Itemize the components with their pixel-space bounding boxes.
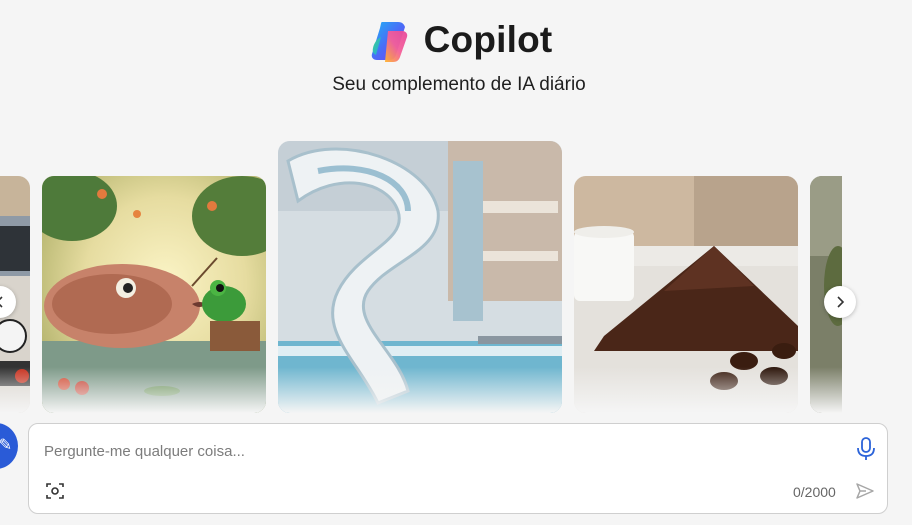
copilot-logo-icon (371, 22, 407, 62)
chat-composer: 0/2000 (28, 423, 888, 514)
header: Copilot (0, 14, 912, 66)
send-icon[interactable] (855, 481, 875, 501)
new-topic-icon: ✎ (0, 437, 12, 454)
microphone-icon[interactable] (855, 436, 877, 462)
carousel-next-button[interactable] (824, 286, 856, 318)
carousel-card-water-slide[interactable] (278, 141, 562, 413)
tagline: Seu complemento de IA diário (332, 74, 586, 95)
chat-input[interactable] (44, 438, 824, 464)
image-carousel (0, 138, 912, 413)
carousel-card-fish-frog[interactable] (42, 176, 266, 413)
new-topic-button[interactable]: ✎ (0, 423, 18, 469)
camera-scan-icon[interactable] (45, 481, 65, 501)
carousel-card-coffee[interactable] (574, 176, 798, 413)
chevron-left-icon (0, 296, 3, 308)
character-counter: 0/2000 (793, 484, 836, 500)
chevron-right-icon (837, 296, 845, 308)
app-title: Copilot (423, 19, 553, 60)
